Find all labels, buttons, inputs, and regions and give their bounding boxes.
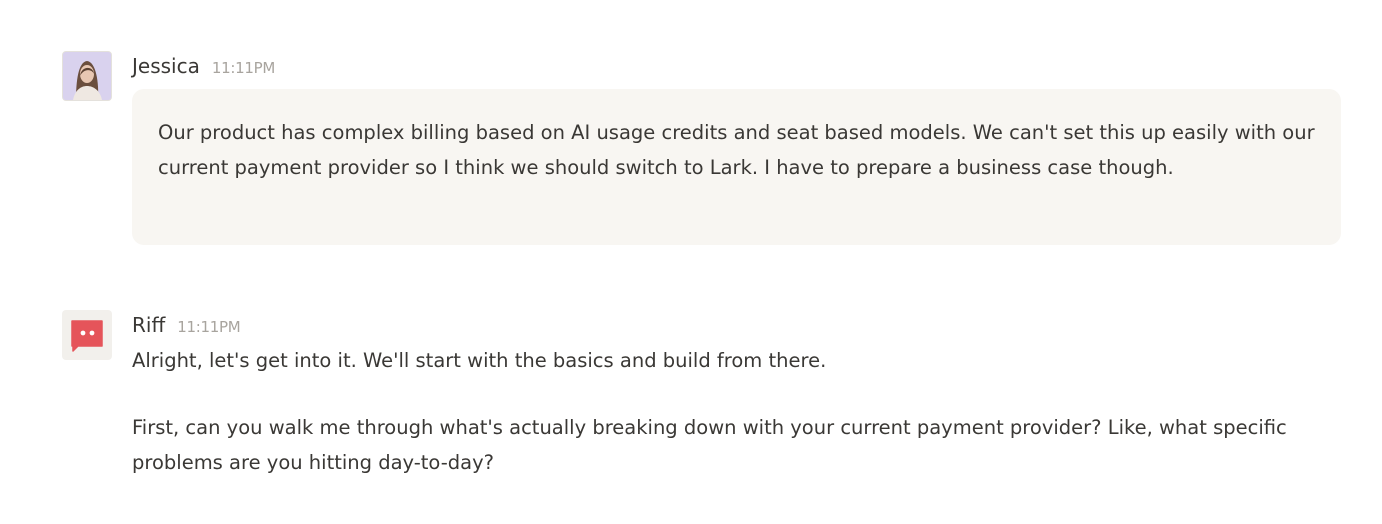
- chat-bubble-icon: [71, 320, 103, 352]
- message-body: Alright, let's get into it. We'll start …: [132, 343, 1341, 480]
- bot-avatar[interactable]: [62, 310, 112, 360]
- sender-name: Jessica: [132, 54, 200, 78]
- message-header: Jessica 11:11PM: [132, 51, 275, 81]
- sender-name: Riff: [132, 313, 166, 337]
- message-timestamp: 11:11PM: [211, 59, 275, 77]
- message-header: Riff 11:11PM: [132, 310, 241, 340]
- message-timestamp: 11:11PM: [177, 318, 241, 336]
- avatar[interactable]: [62, 51, 112, 101]
- user-photo-icon: [63, 52, 111, 100]
- message-bubble: Our product has complex billing based on…: [132, 89, 1341, 245]
- message-paragraph: First, can you walk me through what's ac…: [132, 416, 1287, 474]
- message-paragraph: Alright, let's get into it. We'll start …: [132, 349, 827, 372]
